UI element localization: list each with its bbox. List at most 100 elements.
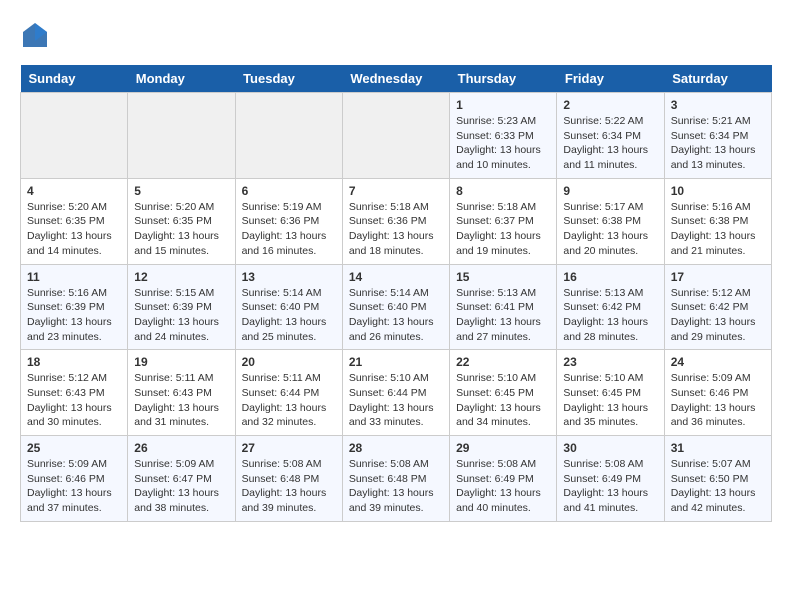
day-number: 9: [563, 184, 657, 198]
day-number: 14: [349, 270, 443, 284]
calendar-day-cell: [21, 93, 128, 179]
day-info: Sunrise: 5:21 AM Sunset: 6:34 PM Dayligh…: [671, 114, 765, 173]
weekday-header-tuesday: Tuesday: [235, 65, 342, 93]
day-info: Sunrise: 5:17 AM Sunset: 6:38 PM Dayligh…: [563, 200, 657, 259]
day-info: Sunrise: 5:09 AM Sunset: 6:46 PM Dayligh…: [671, 371, 765, 430]
day-number: 26: [134, 441, 228, 455]
day-info: Sunrise: 5:20 AM Sunset: 6:35 PM Dayligh…: [27, 200, 121, 259]
calendar-day-cell: 18 Sunrise: 5:12 AM Sunset: 6:43 PM Dayli…: [21, 350, 128, 436]
day-info: Sunrise: 5:11 AM Sunset: 6:43 PM Dayligh…: [134, 371, 228, 430]
day-number: 4: [27, 184, 121, 198]
day-info: Sunrise: 5:18 AM Sunset: 6:37 PM Dayligh…: [456, 200, 550, 259]
day-number: 28: [349, 441, 443, 455]
day-number: 11: [27, 270, 121, 284]
calendar-day-cell: 24 Sunrise: 5:09 AM Sunset: 6:46 PM Dayli…: [664, 350, 771, 436]
calendar-day-cell: [128, 93, 235, 179]
day-info: Sunrise: 5:08 AM Sunset: 6:48 PM Dayligh…: [349, 457, 443, 516]
calendar-week-row: 4 Sunrise: 5:20 AM Sunset: 6:35 PM Daylig…: [21, 178, 772, 264]
calendar-day-cell: 28 Sunrise: 5:08 AM Sunset: 6:48 PM Dayli…: [342, 436, 449, 522]
calendar-day-cell: 26 Sunrise: 5:09 AM Sunset: 6:47 PM Dayli…: [128, 436, 235, 522]
day-info: Sunrise: 5:10 AM Sunset: 6:44 PM Dayligh…: [349, 371, 443, 430]
calendar-day-cell: 21 Sunrise: 5:10 AM Sunset: 6:44 PM Dayli…: [342, 350, 449, 436]
calendar-day-cell: 14 Sunrise: 5:14 AM Sunset: 6:40 PM Dayli…: [342, 264, 449, 350]
day-number: 23: [563, 355, 657, 369]
calendar-day-cell: 20 Sunrise: 5:11 AM Sunset: 6:44 PM Dayli…: [235, 350, 342, 436]
calendar-day-cell: 6 Sunrise: 5:19 AM Sunset: 6:36 PM Daylig…: [235, 178, 342, 264]
day-number: 27: [242, 441, 336, 455]
day-info: Sunrise: 5:08 AM Sunset: 6:48 PM Dayligh…: [242, 457, 336, 516]
calendar-day-cell: 22Sunrise: 5:10 AM Sunset: 6:45 PM Dayli…: [450, 350, 557, 436]
day-info: Sunrise: 5:14 AM Sunset: 6:40 PM Dayligh…: [349, 286, 443, 345]
calendar-day-cell: 15 Sunrise: 5:13 AM Sunset: 6:41 PM Dayli…: [450, 264, 557, 350]
calendar-day-cell: 31 Sunrise: 5:07 AM Sunset: 6:50 PM Dayli…: [664, 436, 771, 522]
day-info: Sunrise: 5:12 AM Sunset: 6:42 PM Dayligh…: [671, 286, 765, 345]
day-number: 1: [456, 98, 550, 112]
calendar-day-cell: 9 Sunrise: 5:17 AM Sunset: 6:38 PM Daylig…: [557, 178, 664, 264]
day-info: Sunrise: 5:07 AM Sunset: 6:50 PM Dayligh…: [671, 457, 765, 516]
day-number: 24: [671, 355, 765, 369]
weekday-header-thursday: Thursday: [450, 65, 557, 93]
calendar-week-row: 18 Sunrise: 5:12 AM Sunset: 6:43 PM Dayli…: [21, 350, 772, 436]
weekday-header-row: SundayMondayTuesdayWednesdayThursdayFrid…: [21, 65, 772, 93]
calendar-day-cell: 17Sunrise: 5:12 AM Sunset: 6:42 PM Dayli…: [664, 264, 771, 350]
day-info: Sunrise: 5:11 AM Sunset: 6:44 PM Dayligh…: [242, 371, 336, 430]
calendar-week-row: 25 Sunrise: 5:09 AM Sunset: 6:46 PM Dayli…: [21, 436, 772, 522]
day-number: 31: [671, 441, 765, 455]
day-info: Sunrise: 5:08 AM Sunset: 6:49 PM Dayligh…: [563, 457, 657, 516]
calendar-day-cell: 19Sunrise: 5:11 AM Sunset: 6:43 PM Dayli…: [128, 350, 235, 436]
calendar-day-cell: 29 Sunrise: 5:08 AM Sunset: 6:49 PM Dayli…: [450, 436, 557, 522]
day-number: 18: [27, 355, 121, 369]
weekday-header-sunday: Sunday: [21, 65, 128, 93]
calendar-day-cell: 11Sunrise: 5:16 AM Sunset: 6:39 PM Dayli…: [21, 264, 128, 350]
calendar-table: SundayMondayTuesdayWednesdayThursdayFrid…: [20, 65, 772, 522]
day-info: Sunrise: 5:23 AM Sunset: 6:33 PM Dayligh…: [456, 114, 550, 173]
day-info: Sunrise: 5:08 AM Sunset: 6:49 PM Dayligh…: [456, 457, 550, 516]
calendar-day-cell: 1 Sunrise: 5:23 AM Sunset: 6:33 PM Daylig…: [450, 93, 557, 179]
day-info: Sunrise: 5:19 AM Sunset: 6:36 PM Dayligh…: [242, 200, 336, 259]
calendar-day-cell: 10Sunrise: 5:16 AM Sunset: 6:38 PM Dayli…: [664, 178, 771, 264]
weekday-header-friday: Friday: [557, 65, 664, 93]
calendar-day-cell: 7Sunrise: 5:18 AM Sunset: 6:36 PM Daylig…: [342, 178, 449, 264]
page-header: [20, 20, 772, 50]
calendar-day-cell: 16 Sunrise: 5:13 AM Sunset: 6:42 PM Dayli…: [557, 264, 664, 350]
day-info: Sunrise: 5:15 AM Sunset: 6:39 PM Dayligh…: [134, 286, 228, 345]
day-info: Sunrise: 5:13 AM Sunset: 6:42 PM Dayligh…: [563, 286, 657, 345]
logo: [20, 20, 54, 50]
day-info: Sunrise: 5:10 AM Sunset: 6:45 PM Dayligh…: [563, 371, 657, 430]
calendar-day-cell: 8 Sunrise: 5:18 AM Sunset: 6:37 PM Daylig…: [450, 178, 557, 264]
calendar-day-cell: 25 Sunrise: 5:09 AM Sunset: 6:46 PM Dayli…: [21, 436, 128, 522]
day-info: Sunrise: 5:14 AM Sunset: 6:40 PM Dayligh…: [242, 286, 336, 345]
calendar-week-row: 1 Sunrise: 5:23 AM Sunset: 6:33 PM Daylig…: [21, 93, 772, 179]
weekday-header-saturday: Saturday: [664, 65, 771, 93]
day-number: 16: [563, 270, 657, 284]
calendar-day-cell: 5Sunrise: 5:20 AM Sunset: 6:35 PM Daylig…: [128, 178, 235, 264]
day-number: 20: [242, 355, 336, 369]
calendar-day-cell: 2Sunrise: 5:22 AM Sunset: 6:34 PM Daylig…: [557, 93, 664, 179]
day-info: Sunrise: 5:09 AM Sunset: 6:47 PM Dayligh…: [134, 457, 228, 516]
day-info: Sunrise: 5:09 AM Sunset: 6:46 PM Dayligh…: [27, 457, 121, 516]
day-number: 30: [563, 441, 657, 455]
day-number: 21: [349, 355, 443, 369]
day-number: 12: [134, 270, 228, 284]
day-info: Sunrise: 5:13 AM Sunset: 6:41 PM Dayligh…: [456, 286, 550, 345]
calendar-day-cell: 30 Sunrise: 5:08 AM Sunset: 6:49 PM Dayli…: [557, 436, 664, 522]
day-number: 15: [456, 270, 550, 284]
calendar-day-cell: 4 Sunrise: 5:20 AM Sunset: 6:35 PM Daylig…: [21, 178, 128, 264]
weekday-header-wednesday: Wednesday: [342, 65, 449, 93]
day-number: 25: [27, 441, 121, 455]
calendar-week-row: 11Sunrise: 5:16 AM Sunset: 6:39 PM Dayli…: [21, 264, 772, 350]
day-info: Sunrise: 5:12 AM Sunset: 6:43 PM Dayligh…: [27, 371, 121, 430]
day-number: 2: [563, 98, 657, 112]
day-number: 29: [456, 441, 550, 455]
calendar-day-cell: 13Sunrise: 5:14 AM Sunset: 6:40 PM Dayli…: [235, 264, 342, 350]
day-number: 8: [456, 184, 550, 198]
calendar-day-cell: 23 Sunrise: 5:10 AM Sunset: 6:45 PM Dayli…: [557, 350, 664, 436]
calendar-day-cell: 12 Sunrise: 5:15 AM Sunset: 6:39 PM Dayli…: [128, 264, 235, 350]
weekday-header-monday: Monday: [128, 65, 235, 93]
day-info: Sunrise: 5:18 AM Sunset: 6:36 PM Dayligh…: [349, 200, 443, 259]
calendar-day-cell: [235, 93, 342, 179]
day-info: Sunrise: 5:20 AM Sunset: 6:35 PM Dayligh…: [134, 200, 228, 259]
day-number: 6: [242, 184, 336, 198]
calendar-day-cell: [342, 93, 449, 179]
day-number: 3: [671, 98, 765, 112]
